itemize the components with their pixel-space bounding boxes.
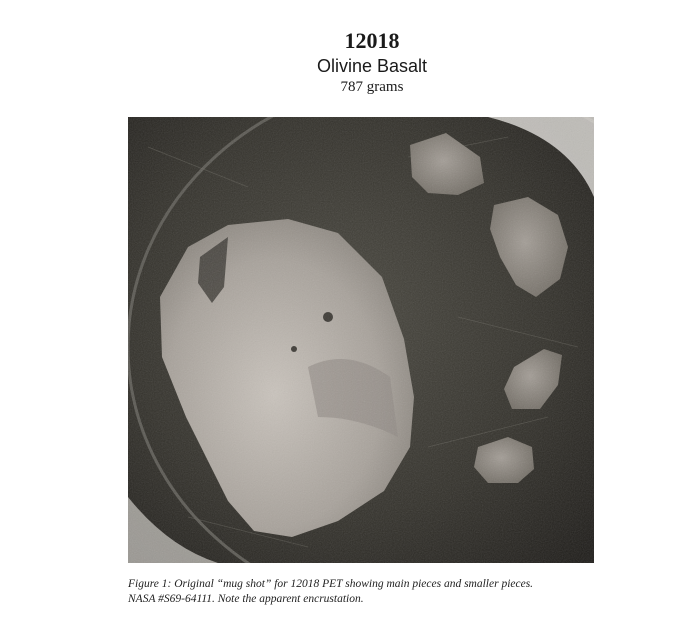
photo-grain [128, 117, 594, 563]
sample-mass: 787 grams [340, 79, 404, 95]
rock-type-subtitle: Olivine Basalt [316, 56, 428, 76]
rock-sample-photo [128, 117, 594, 563]
caption-line-1: Figure 1: Original “mug shot” for 12018 … [128, 578, 534, 590]
caption-line-2: NASA #S69-64111. Note the apparent encru… [128, 593, 364, 605]
figure-caption: Figure 1: Original “mug shot” for 12018 … [128, 577, 628, 607]
sample-id-title: 12018 [344, 28, 400, 53]
